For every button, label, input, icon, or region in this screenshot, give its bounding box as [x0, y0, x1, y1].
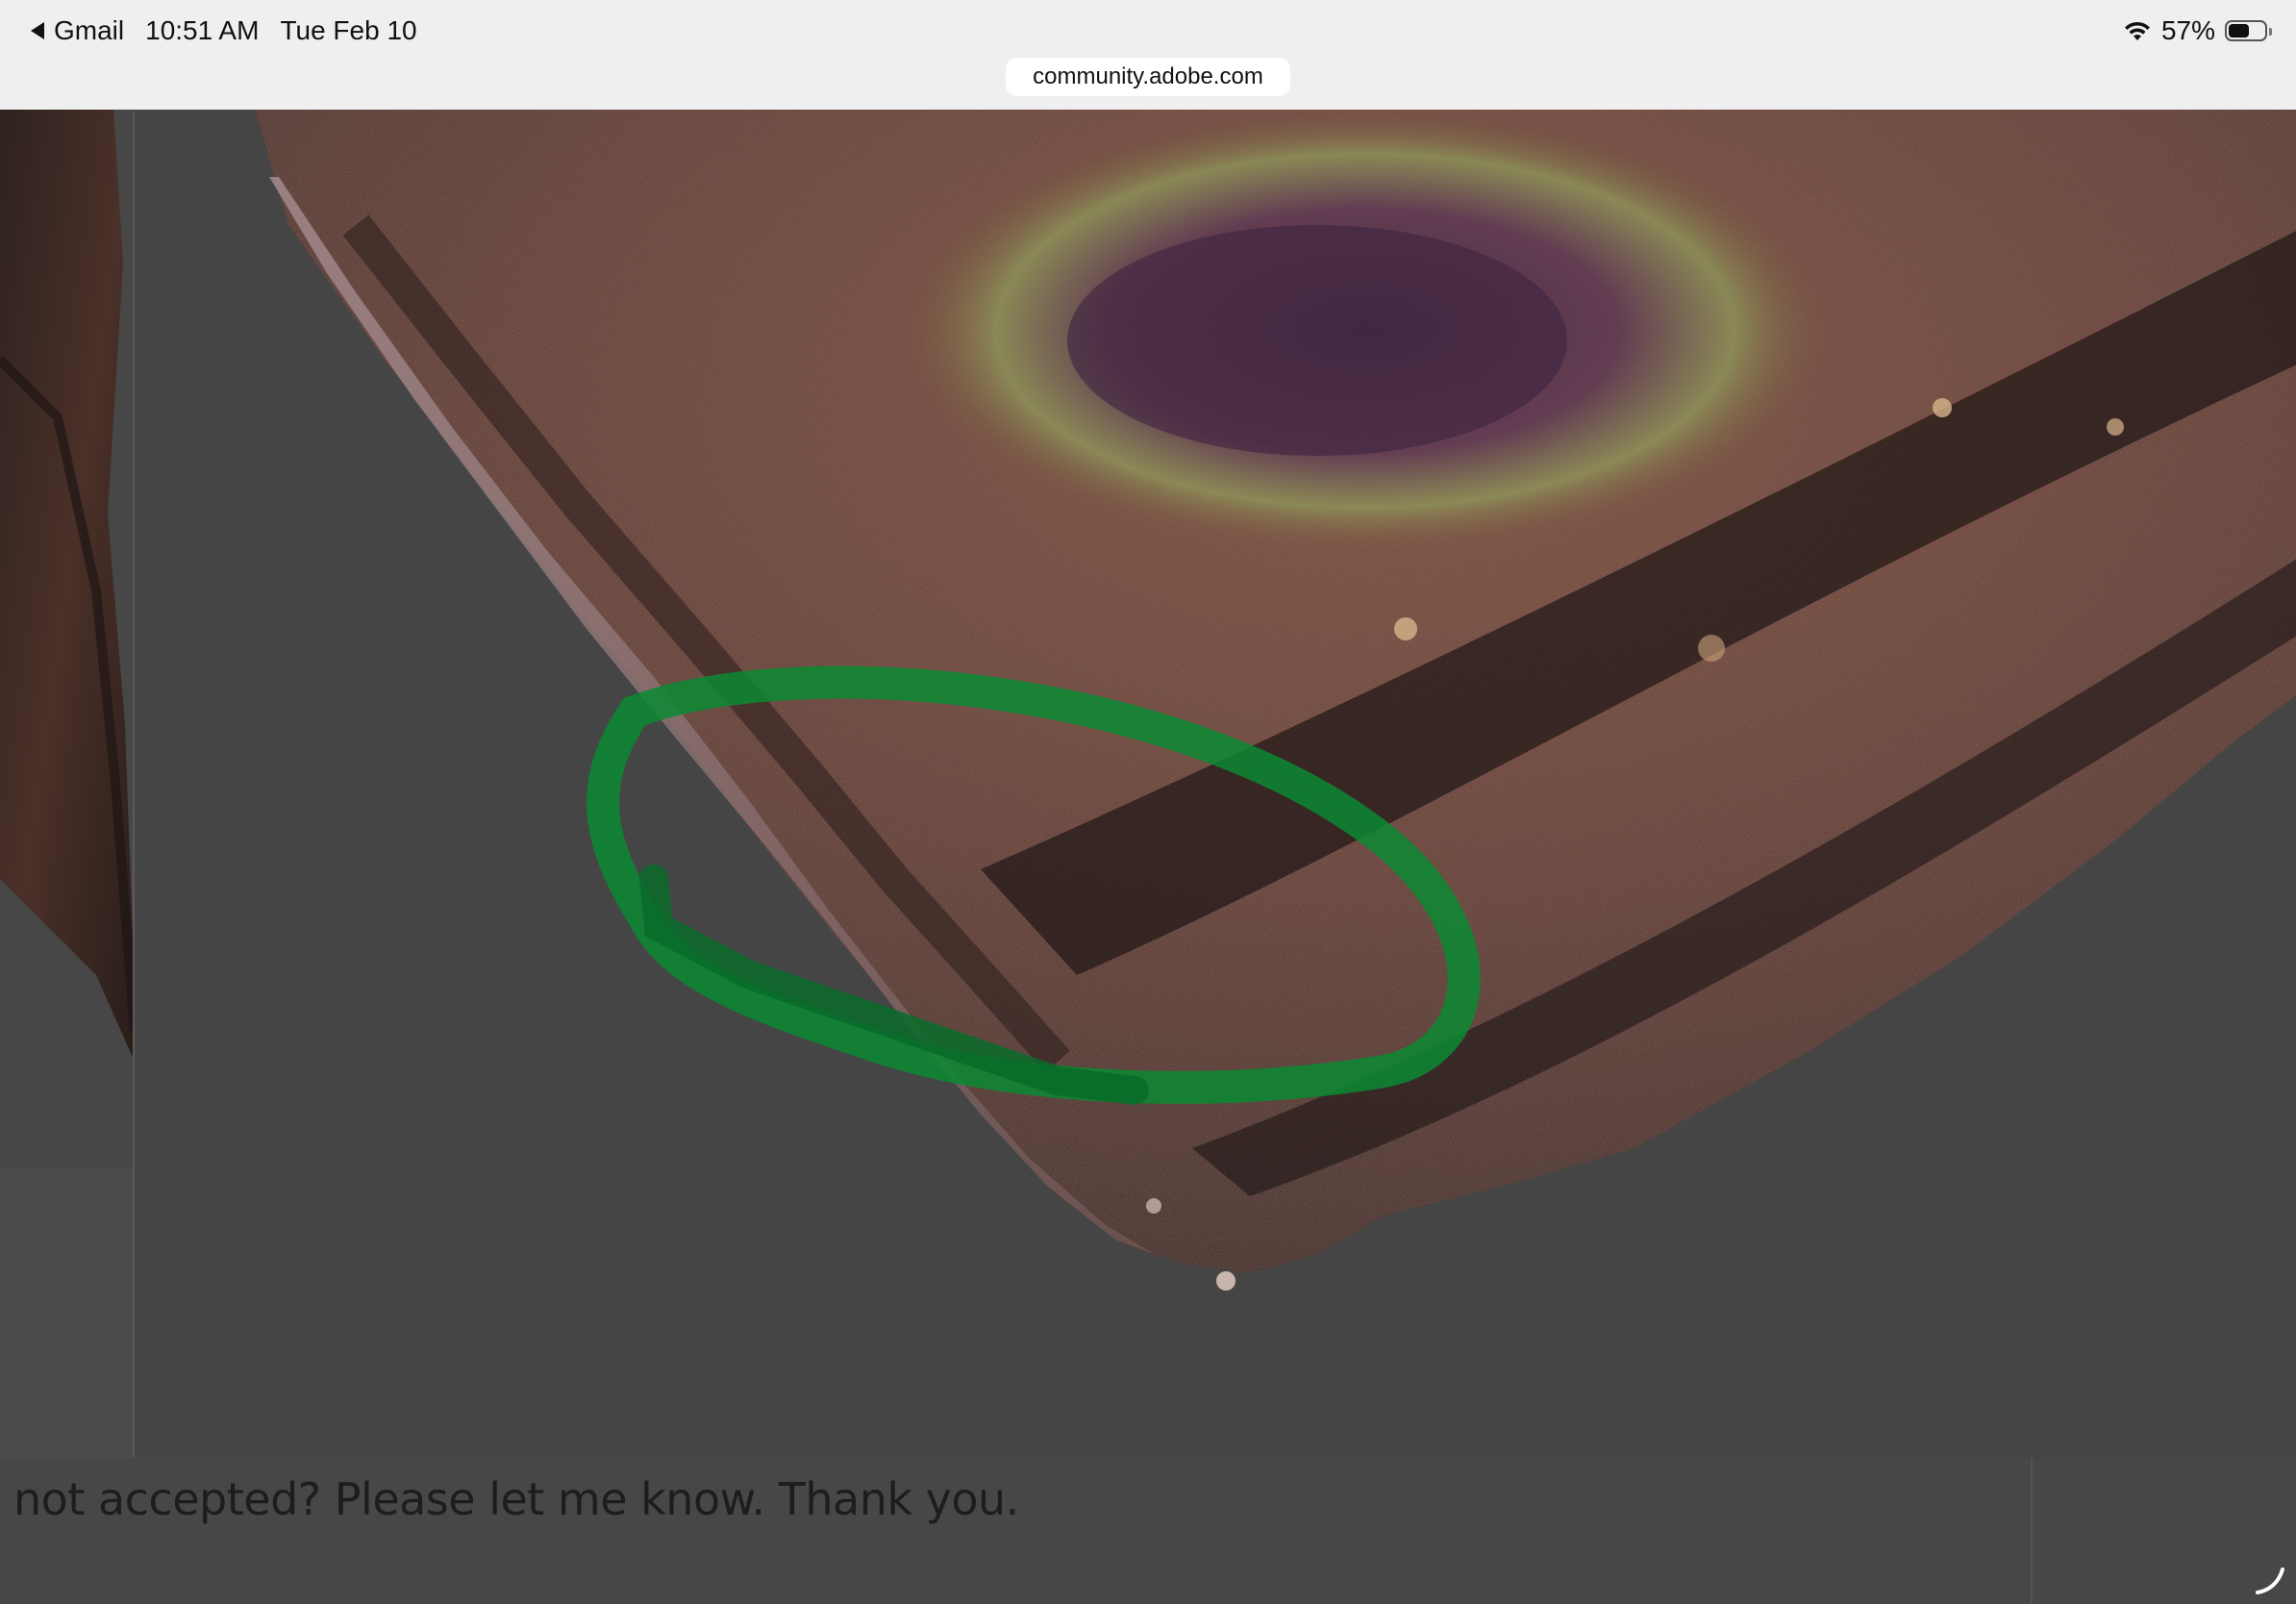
status-time: 10:51 AM: [145, 15, 260, 45]
battery-fill: [2229, 24, 2249, 38]
caption-divider: [2031, 1458, 2033, 1604]
url-text: community.adobe.com: [1033, 63, 1263, 89]
wifi-icon: [2124, 21, 2150, 40]
url-bar[interactable]: community.adobe.com: [1006, 58, 1290, 96]
battery-icon: [2225, 20, 2272, 41]
status-left: Gmail 10:51 AM Tue Feb 10: [31, 13, 417, 48]
cropped-artwork-image: [255, 110, 2296, 1291]
battery-percent: 57%: [2160, 15, 2215, 45]
post-caption-text: not accepted? Please let me know. Thank …: [13, 1473, 1019, 1525]
back-icon[interactable]: [31, 22, 44, 39]
battery-cap: [2269, 28, 2272, 36]
status-bar: Gmail 10:51 AM Tue Feb 10 57% community.…: [0, 0, 2296, 111]
status-right: 57%: [2123, 13, 2272, 48]
image-viewer[interactable]: [135, 110, 2296, 1458]
page-content: not accepted? Please let me know. Thank …: [0, 110, 2296, 1604]
previous-image-edge[interactable]: [0, 110, 135, 1167]
back-to-app-link[interactable]: Gmail: [54, 15, 124, 46]
status-date: Tue Feb 10: [280, 15, 417, 45]
previous-image-artwork: [0, 110, 135, 1062]
resize-handle-icon[interactable]: [2254, 1564, 2286, 1596]
